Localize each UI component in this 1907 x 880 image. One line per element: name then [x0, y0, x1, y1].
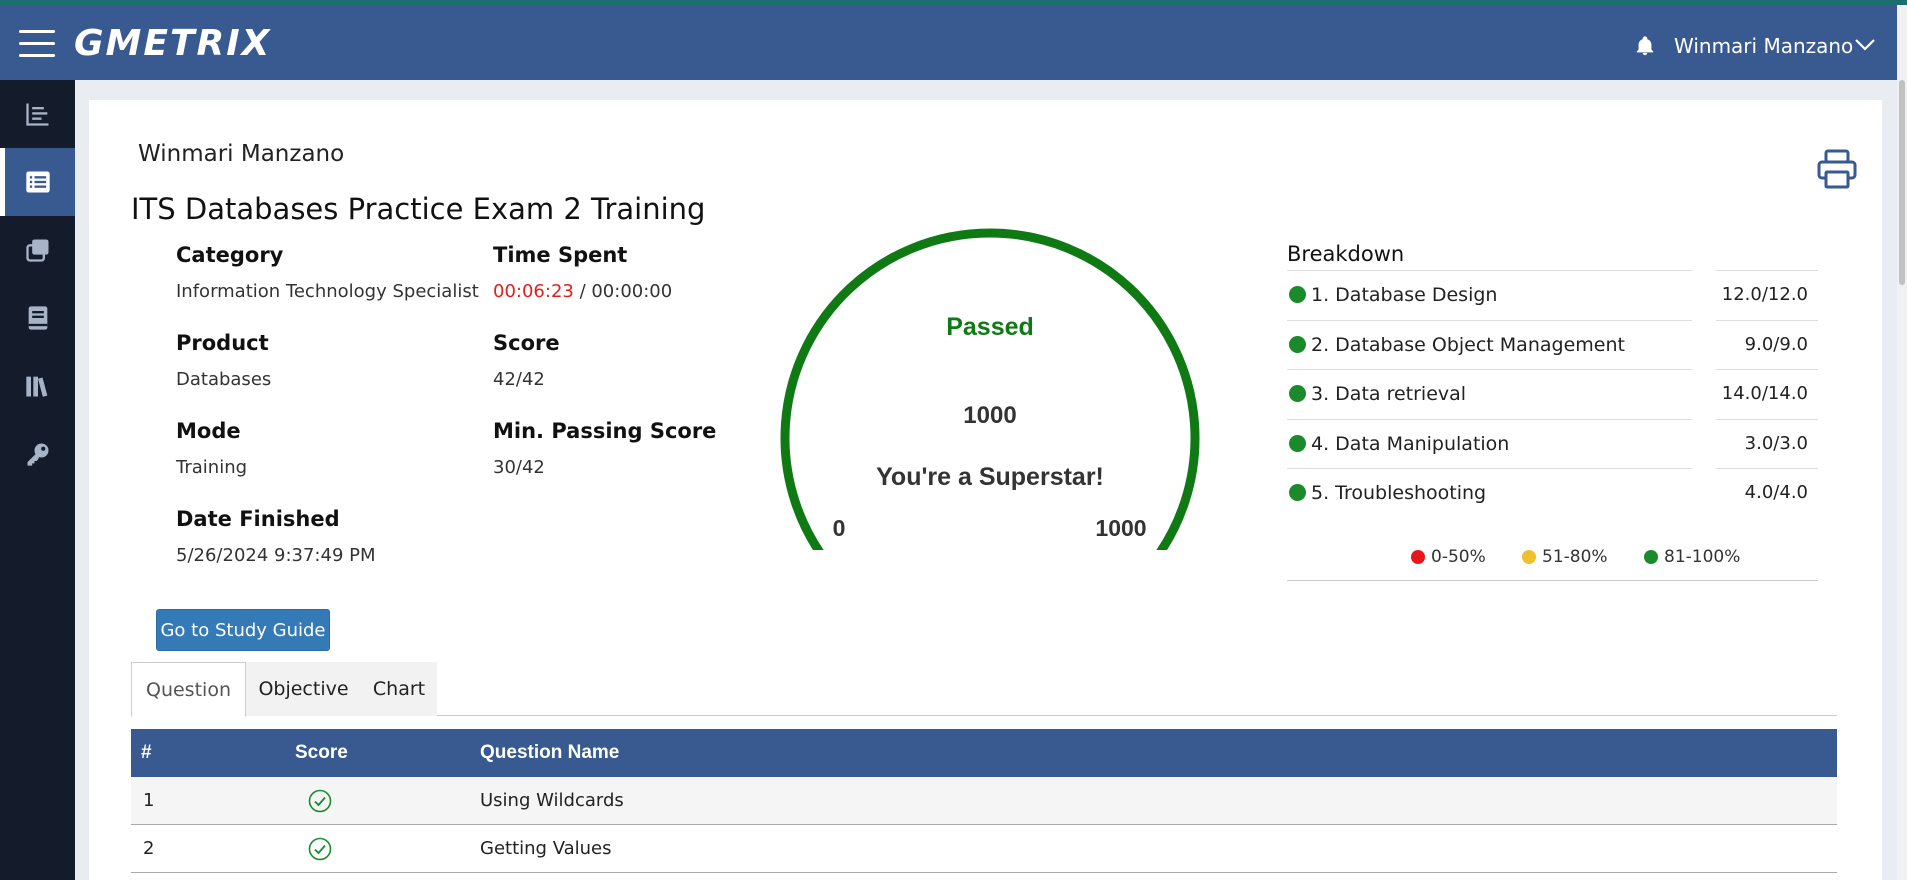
- legend-item-low: 0-50%: [1411, 546, 1486, 568]
- legend-divider: [1287, 580, 1818, 581]
- breakdown-label: 4. Data Manipulation: [1311, 433, 1510, 455]
- go-to-study-guide-button[interactable]: Go to Study Guide: [156, 609, 330, 651]
- key-icon: [27, 443, 48, 466]
- breakdown-title: Breakdown: [1287, 242, 1405, 266]
- table-row[interactable]: 1 Using Wildcards: [131, 777, 1837, 825]
- tab-question[interactable]: Question: [131, 662, 246, 717]
- tab-objective[interactable]: Objective: [246, 662, 361, 716]
- question-number: 1: [143, 790, 155, 811]
- legend-label: 81-100%: [1664, 547, 1741, 567]
- status-dot: [1289, 336, 1306, 353]
- scrollbar-thumb[interactable]: [1899, 80, 1905, 285]
- page-title: ITS Databases Practice Exam 2 Training: [131, 192, 706, 226]
- check-circle-icon: [308, 837, 332, 861]
- breakdown-label: 2. Database Object Management: [1311, 334, 1625, 356]
- category-label: Category: [176, 243, 284, 267]
- gauge-min: 0: [833, 515, 846, 541]
- breakdown-row: 5. Troubleshooting 4.0/4.0: [1287, 468, 1818, 517]
- category-value: Information Technology Specialist: [176, 281, 479, 302]
- copy-icon: [25, 239, 48, 262]
- questions-table: # Score Question Name 1 Using Wildcards …: [131, 729, 1837, 873]
- time-limit: / 00:00:00: [573, 281, 673, 302]
- list-icon: [25, 171, 50, 193]
- gauge-max: 1000: [1095, 515, 1146, 541]
- red-dot-icon: [1411, 550, 1425, 564]
- breakdown-label: 3. Data retrieval: [1311, 383, 1467, 405]
- time-spent-label: Time Spent: [493, 243, 628, 267]
- result-tabs: Question Objective Chart: [131, 662, 1837, 717]
- gauge-score: 1000: [963, 402, 1016, 429]
- product-value: Databases: [176, 369, 272, 390]
- sidebar-item-access-keys[interactable]: [0, 420, 75, 488]
- sidebar-item-library[interactable]: [0, 352, 75, 420]
- product-label: Product: [176, 331, 269, 355]
- status-dot: [1289, 435, 1306, 452]
- bar-chart-icon: [25, 103, 48, 126]
- score-value: 42/42: [493, 369, 545, 390]
- book-icon: [28, 306, 47, 330]
- gauge-status: Passed: [946, 313, 1034, 341]
- column-header-number: #: [141, 742, 152, 763]
- legend-label: 0-50%: [1431, 547, 1486, 567]
- time-spent-value: 00:06:23 / 00:00:00: [493, 281, 672, 302]
- printer-icon[interactable]: [1816, 148, 1858, 190]
- breakdown-score: 3.0/3.0: [1744, 433, 1808, 454]
- table-row[interactable]: 2 Getting Values: [131, 825, 1837, 873]
- sidebar-item-copies[interactable]: [0, 216, 75, 284]
- bell-icon[interactable]: [1634, 34, 1656, 58]
- legend-label: 51-80%: [1542, 547, 1608, 567]
- date-finished-value: 5/26/2024 9:37:49 PM: [176, 545, 376, 566]
- mode-label: Mode: [176, 419, 241, 443]
- breakdown-row: 4. Data Manipulation 3.0/3.0: [1287, 419, 1818, 468]
- breakdown-row: 2. Database Object Management 9.0/9.0: [1287, 320, 1818, 369]
- min-passing-score-value: 30/42: [493, 457, 545, 478]
- gauge-arc: [780, 228, 1200, 550]
- sidebar-item-study[interactable]: [0, 284, 75, 352]
- gauge-message: You're a Superstar!: [876, 463, 1104, 491]
- breakdown-score: 14.0/14.0: [1721, 383, 1808, 404]
- breakdown-score: 9.0/9.0: [1744, 334, 1808, 355]
- column-header-question-name: Question Name: [480, 742, 620, 763]
- elapsed-time: 00:06:23: [493, 281, 574, 302]
- check-circle-icon: [308, 789, 332, 813]
- question-name: Getting Values: [480, 838, 612, 859]
- tab-chart[interactable]: Chart: [361, 662, 437, 716]
- min-passing-score-label: Min. Passing Score: [493, 419, 717, 443]
- library-icon: [25, 376, 47, 397]
- legend-item-high: 81-100%: [1644, 546, 1740, 568]
- question-name: Using Wildcards: [480, 790, 624, 811]
- score-gauge: Passed 1000 You're a Superstar! 0 1000: [780, 228, 1200, 550]
- sidebar-item-reports[interactable]: [0, 80, 75, 148]
- score-label: Score: [493, 331, 560, 355]
- header-user-name[interactable]: Winmari Manzano: [1674, 34, 1853, 58]
- sidebar-item-exams[interactable]: [0, 148, 75, 216]
- status-dot: [1289, 385, 1306, 402]
- app-header: GMETRIX Winmari Manzano: [0, 5, 1907, 80]
- breakdown-row: 1. Database Design 12.0/12.0: [1287, 270, 1818, 319]
- status-dot: [1289, 484, 1306, 501]
- green-dot-icon: [1644, 550, 1658, 564]
- table-header: # Score Question Name: [131, 729, 1837, 777]
- legend-item-mid: 51-80%: [1522, 546, 1608, 568]
- breakdown-score: 12.0/12.0: [1721, 284, 1808, 305]
- gmetrix-logo[interactable]: GMETRIX: [74, 23, 271, 64]
- student-name: Winmari Manzano: [138, 141, 345, 167]
- breakdown-row: 3. Data retrieval 14.0/14.0: [1287, 369, 1818, 418]
- sidebar-nav: [0, 80, 75, 880]
- chevron-down-icon[interactable]: [1854, 37, 1876, 53]
- question-number: 2: [143, 838, 155, 859]
- hamburger-menu-icon[interactable]: [19, 30, 55, 60]
- column-header-score: Score: [295, 742, 348, 763]
- status-dot: [1289, 286, 1306, 303]
- date-finished-label: Date Finished: [176, 507, 340, 531]
- breakdown-score: 4.0/4.0: [1744, 482, 1808, 503]
- yellow-dot-icon: [1522, 550, 1536, 564]
- mode-value: Training: [176, 457, 248, 478]
- breakdown-label: 1. Database Design: [1311, 284, 1498, 306]
- breakdown-label: 5. Troubleshooting: [1311, 482, 1487, 504]
